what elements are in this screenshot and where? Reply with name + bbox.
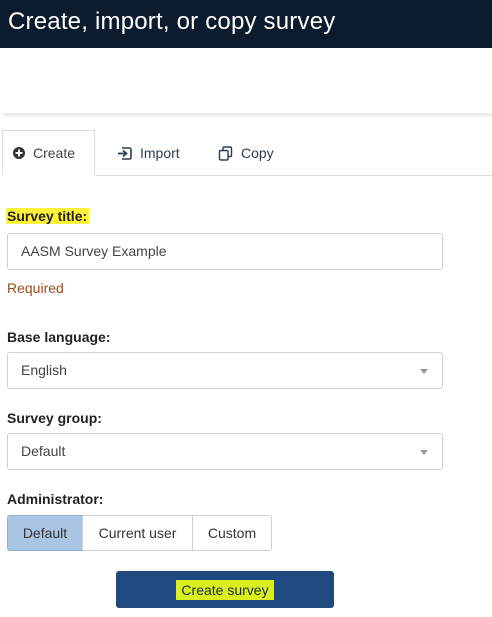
administrator-toggle-group: Default Current user Custom <box>7 515 272 551</box>
page-title: Create, import, or copy survey <box>8 8 336 35</box>
create-survey-button-label: Create survey <box>176 579 274 600</box>
page-header: Create, import, or copy survey <box>0 0 492 48</box>
plus-circle-icon <box>13 147 25 159</box>
survey-group-select[interactable]: Default <box>7 433 443 470</box>
administrator-label: Administrator: <box>7 491 104 507</box>
survey-title-input[interactable]: AASM Survey Example <box>7 233 443 270</box>
create-survey-button[interactable]: Create survey <box>116 571 334 608</box>
tab-copy[interactable]: Copy <box>218 130 274 176</box>
survey-group-label: Survey group: <box>7 410 102 426</box>
survey-group-value: Default <box>21 443 66 459</box>
tab-bar: Create Import Copy <box>0 130 492 176</box>
tab-create-label: Create <box>33 145 76 161</box>
import-arrow-icon <box>117 146 132 161</box>
administrator-default-button[interactable]: Default <box>7 515 83 551</box>
base-language-select[interactable]: English <box>7 352 443 389</box>
divider <box>3 113 492 117</box>
tab-copy-label: Copy <box>241 145 274 161</box>
base-language-label: Base language: <box>7 329 111 345</box>
base-language-value: English <box>21 362 67 378</box>
tab-import-label: Import <box>140 145 180 161</box>
tab-create[interactable]: Create <box>13 130 75 176</box>
dropdown-caret-icon <box>420 369 428 374</box>
administrator-custom-button[interactable]: Custom <box>192 515 272 551</box>
dropdown-caret-icon <box>420 450 428 455</box>
survey-title-label: Survey title: <box>6 208 90 224</box>
administrator-current-user-button[interactable]: Current user <box>82 515 193 551</box>
tab-import[interactable]: Import <box>117 130 180 176</box>
survey-title-label-text: Survey title: <box>6 208 90 224</box>
required-hint: Required <box>7 280 64 296</box>
copy-icon <box>218 145 233 161</box>
